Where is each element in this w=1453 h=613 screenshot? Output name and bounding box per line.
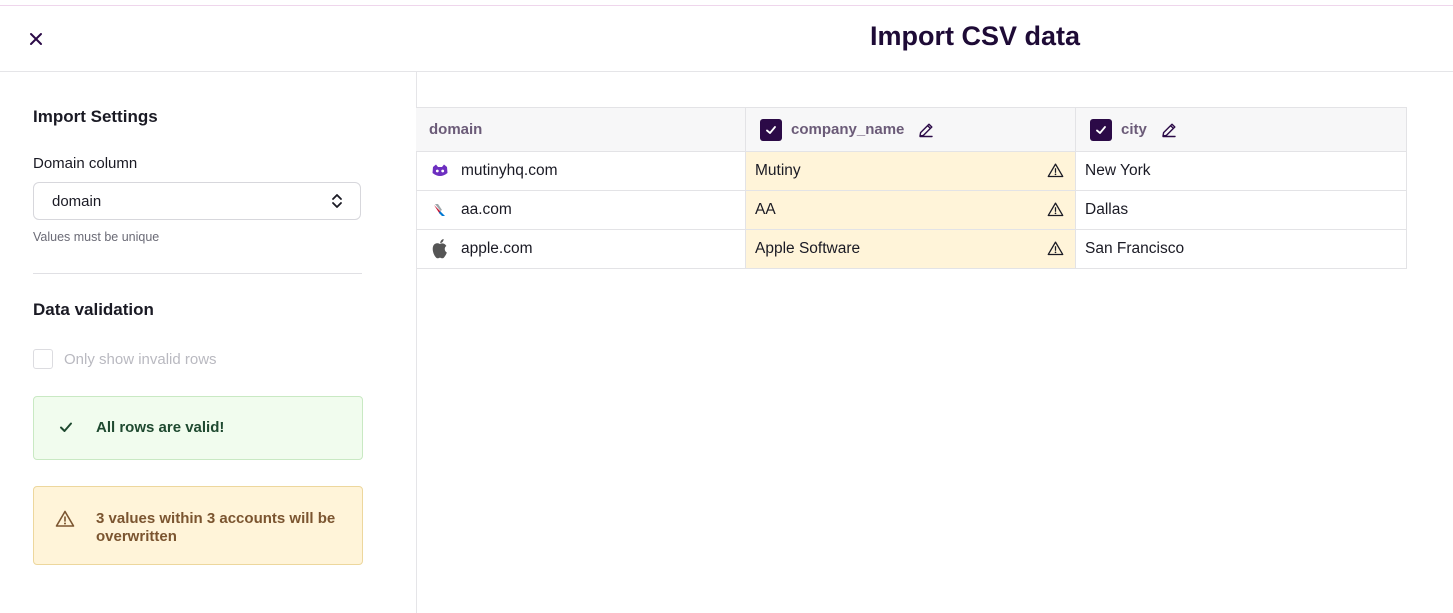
header: Import CSV data xyxy=(0,6,1453,72)
table-row: aa.com AA Dallas xyxy=(416,191,1407,230)
column-header-domain: domain xyxy=(416,108,746,151)
success-alert: All rows are valid! xyxy=(33,396,363,460)
validation-heading: Data validation xyxy=(33,300,154,319)
domain-value: aa.com xyxy=(461,201,512,218)
american-airlines-logo-icon xyxy=(429,199,451,221)
apple-logo-icon xyxy=(429,238,451,260)
warning-icon xyxy=(1047,241,1064,256)
city-cell: Dallas xyxy=(1076,191,1407,229)
city-value: Dallas xyxy=(1085,201,1129,218)
warning-message: 3 values within 3 accounts will be overw… xyxy=(96,510,336,545)
table-row: mutinyhq.com Mutiny New York xyxy=(416,152,1407,191)
city-value: San Francisco xyxy=(1085,240,1185,257)
invalid-rows-toggle[interactable]: Only show invalid rows xyxy=(33,348,217,370)
table-area-left-border xyxy=(416,268,417,613)
chevron-updown-icon xyxy=(332,194,342,208)
company-name-value: AA xyxy=(755,201,776,218)
column-header-label: city xyxy=(1121,121,1147,138)
warning-alert: 3 values within 3 accounts will be overw… xyxy=(33,486,363,565)
domain-cell: apple.com xyxy=(416,230,746,268)
company-name-cell: AA xyxy=(746,191,1076,229)
column-header-city: city xyxy=(1076,108,1407,151)
city-cell: San Francisco xyxy=(1076,230,1407,268)
city-cell: New York xyxy=(1076,152,1407,190)
check-icon xyxy=(1096,125,1106,134)
divider xyxy=(33,273,362,274)
import-settings-panel: Import Settings Domain column domain Val… xyxy=(0,72,417,613)
invalid-rows-label: Only show invalid rows xyxy=(64,350,217,368)
company-name-value: Apple Software xyxy=(755,240,861,257)
warning-icon xyxy=(1047,163,1064,178)
success-message: All rows are valid! xyxy=(96,419,225,436)
check-icon xyxy=(60,422,72,432)
company-name-value: Mutiny xyxy=(755,162,801,179)
mutiny-logo-icon xyxy=(429,160,451,182)
check-icon xyxy=(766,125,776,134)
domain-column-select[interactable]: domain xyxy=(33,182,361,220)
table-row: apple.com Apple Software San Francisco xyxy=(416,230,1407,269)
column-include-checkbox[interactable] xyxy=(1090,118,1112,141)
company-name-cell: Apple Software xyxy=(746,230,1076,268)
domain-column-value: domain xyxy=(52,193,102,210)
domain-column-label: Domain column xyxy=(33,155,138,172)
csv-preview-table: domain company_name city mutinyhq.com Mu… xyxy=(416,107,1407,269)
city-value: New York xyxy=(1085,162,1151,179)
settings-heading: Import Settings xyxy=(33,107,158,126)
domain-cell: mutinyhq.com xyxy=(416,152,746,190)
pencil-icon xyxy=(919,123,934,137)
page-title: Import CSV data xyxy=(869,21,1081,51)
warning-icon xyxy=(55,510,75,527)
pencil-icon xyxy=(1162,123,1176,137)
domain-value: apple.com xyxy=(461,240,533,257)
edit-column-button[interactable] xyxy=(917,121,935,139)
column-header-company-name: company_name xyxy=(746,108,1076,151)
edit-column-button[interactable] xyxy=(1160,121,1178,139)
invalid-rows-checkbox[interactable] xyxy=(33,349,53,369)
column-include-checkbox[interactable] xyxy=(760,118,782,141)
column-header-label: company_name xyxy=(791,121,905,138)
warning-icon xyxy=(1047,202,1064,217)
column-header-label: domain xyxy=(429,121,483,138)
domain-cell: aa.com xyxy=(416,191,746,229)
domain-hint: Values must be unique xyxy=(33,230,160,244)
table-header-row: domain company_name city xyxy=(416,108,1407,152)
company-name-cell: Mutiny xyxy=(746,152,1076,190)
domain-value: mutinyhq.com xyxy=(461,162,558,179)
